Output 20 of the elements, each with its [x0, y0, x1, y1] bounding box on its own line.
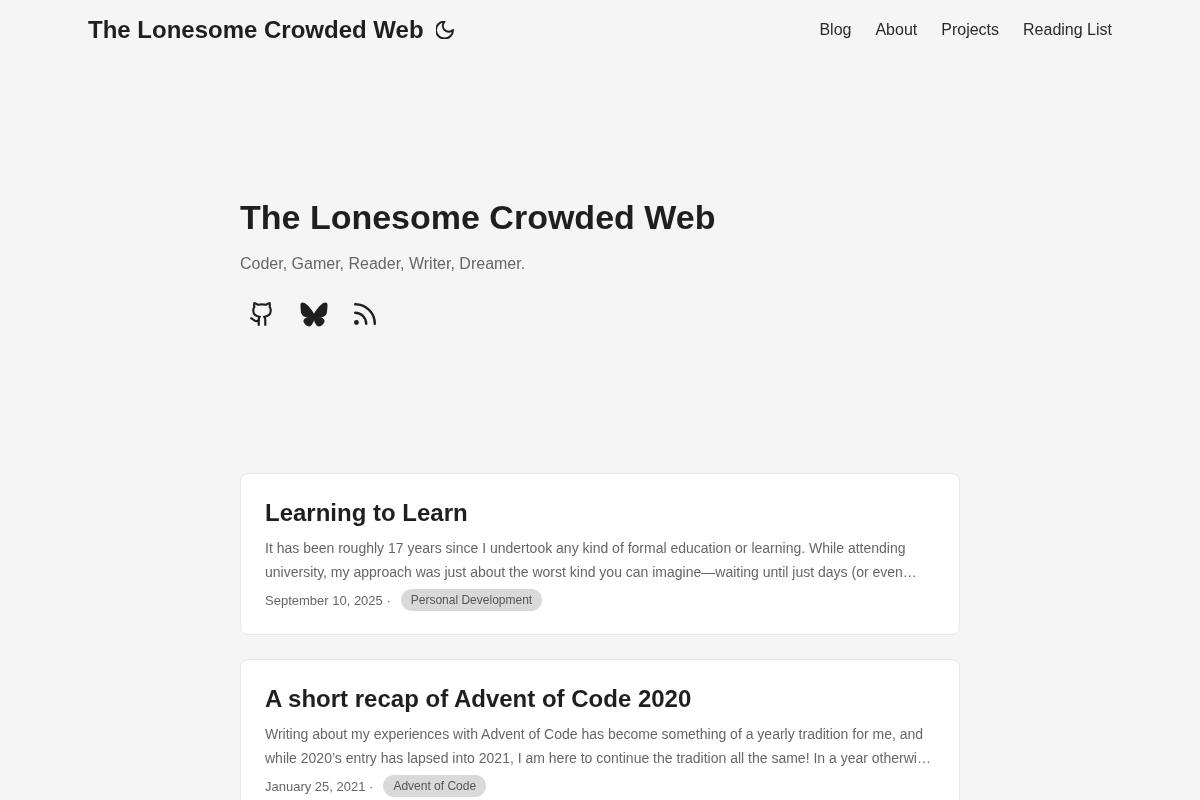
tag-link[interactable]: Personal Development	[400, 589, 543, 611]
nav-link[interactable]: Projects	[941, 21, 1000, 39]
site-title[interactable]: The Lonesome Crowded Web	[88, 16, 424, 44]
post-title-link[interactable]: Learning to Learn	[265, 498, 935, 528]
tagline: Coder, Gamer, Reader, Writer, Dreamer.	[240, 254, 527, 274]
post-date: January 25, 2021 ·	[265, 778, 374, 794]
moon-icon	[435, 21, 454, 39]
post-date: September 10, 2025 ·	[265, 592, 391, 608]
github-icon	[250, 301, 274, 327]
post-title-link[interactable]: A short recap of Advent of Code 2020	[265, 684, 935, 714]
rss-icon	[354, 303, 376, 325]
theme-toggle-button[interactable]	[433, 19, 456, 41]
nav-link[interactable]: Blog	[819, 21, 852, 39]
tag-link[interactable]: Advent of Code	[383, 775, 487, 797]
nav-link[interactable]: About	[875, 21, 918, 39]
post-excerpt: It has been roughly 17 years since I undertook any kind of formal education or learning. While attending university, my approach was just about the worst kind you can imagine—waiting until just days (or even…	[265, 539, 918, 582]
hero-title: The Lonesome Crowded Web	[240, 197, 717, 238]
nav-link[interactable]: Reading List	[1023, 21, 1112, 39]
butterfly-icon	[300, 301, 328, 327]
post-excerpt: Writing about my experiences with Advent of Code has become something of a yearly tradition for me, and while 2020’s entry has lapsed into 2021, I am here to continue the tradition all the same! In a year otherwi…	[265, 725, 932, 768]
